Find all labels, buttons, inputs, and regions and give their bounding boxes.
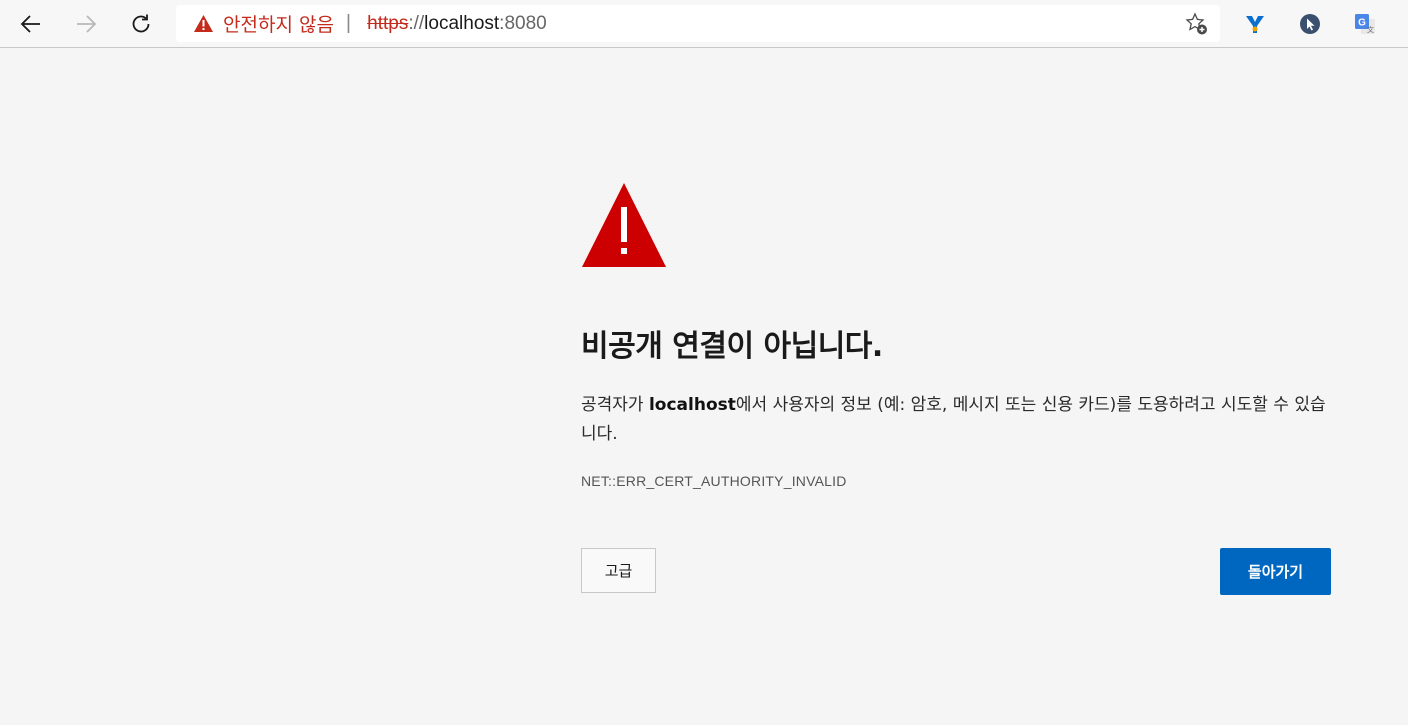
- forward-button[interactable]: [69, 7, 103, 41]
- cursor-extension-icon: [1300, 14, 1320, 34]
- add-favorite-button[interactable]: [1184, 11, 1210, 37]
- arrow-left-icon: [20, 15, 40, 33]
- page-title: 비공개 연결이 아닙니다.: [581, 329, 883, 364]
- google-translate-extension-icon: G 文: [1355, 14, 1375, 34]
- error-description: 공격자가 localhost에서 사용자의 정보 (예: 암호, 메시지 또는 …: [581, 391, 1331, 449]
- address-separator: |: [345, 12, 352, 34]
- url-scheme: https: [367, 12, 409, 34]
- refresh-icon: [132, 14, 150, 33]
- description-prefix: 공격자가: [581, 395, 649, 415]
- back-button[interactable]: [14, 7, 48, 41]
- refresh-button[interactable]: [124, 7, 158, 41]
- svg-text:文: 文: [1367, 25, 1374, 34]
- cursor-extension-button[interactable]: [1297, 11, 1323, 37]
- description-host: localhost: [648, 395, 736, 415]
- error-code: NET::ERR_CERT_AUTHORITY_INVALID: [581, 473, 847, 489]
- google-translate-extension-button[interactable]: G 文: [1352, 11, 1378, 37]
- warning-triangle-icon: [582, 183, 666, 267]
- not-secure-label[interactable]: 안전하지 않음: [223, 10, 334, 37]
- browser-toolbar: 안전하지 않음 | https://localhost:8080 G 文: [0, 0, 1408, 48]
- url-text[interactable]: https://localhost:8080: [367, 13, 547, 35]
- not-secure-warning-icon[interactable]: [193, 13, 215, 35]
- url-port: :8080: [499, 12, 547, 34]
- go-back-button[interactable]: 돌아가기: [1220, 548, 1331, 595]
- advanced-button[interactable]: 고급: [581, 548, 656, 593]
- error-content: 비공개 연결이 아닙니다. 공격자가 localhost에서 사용자의 정보 (…: [581, 181, 1331, 595]
- address-bar[interactable]: 안전하지 않음 | https://localhost:8080: [176, 5, 1220, 42]
- url-host: localhost: [424, 12, 500, 34]
- arrow-right-icon: [77, 15, 97, 33]
- star-add-icon: [1185, 12, 1207, 35]
- svg-text:G: G: [1358, 18, 1366, 29]
- y-shield-extension-button[interactable]: [1242, 11, 1268, 37]
- y-shield-extension-icon: [1246, 16, 1264, 33]
- url-scheme-separator: ://: [408, 12, 425, 34]
